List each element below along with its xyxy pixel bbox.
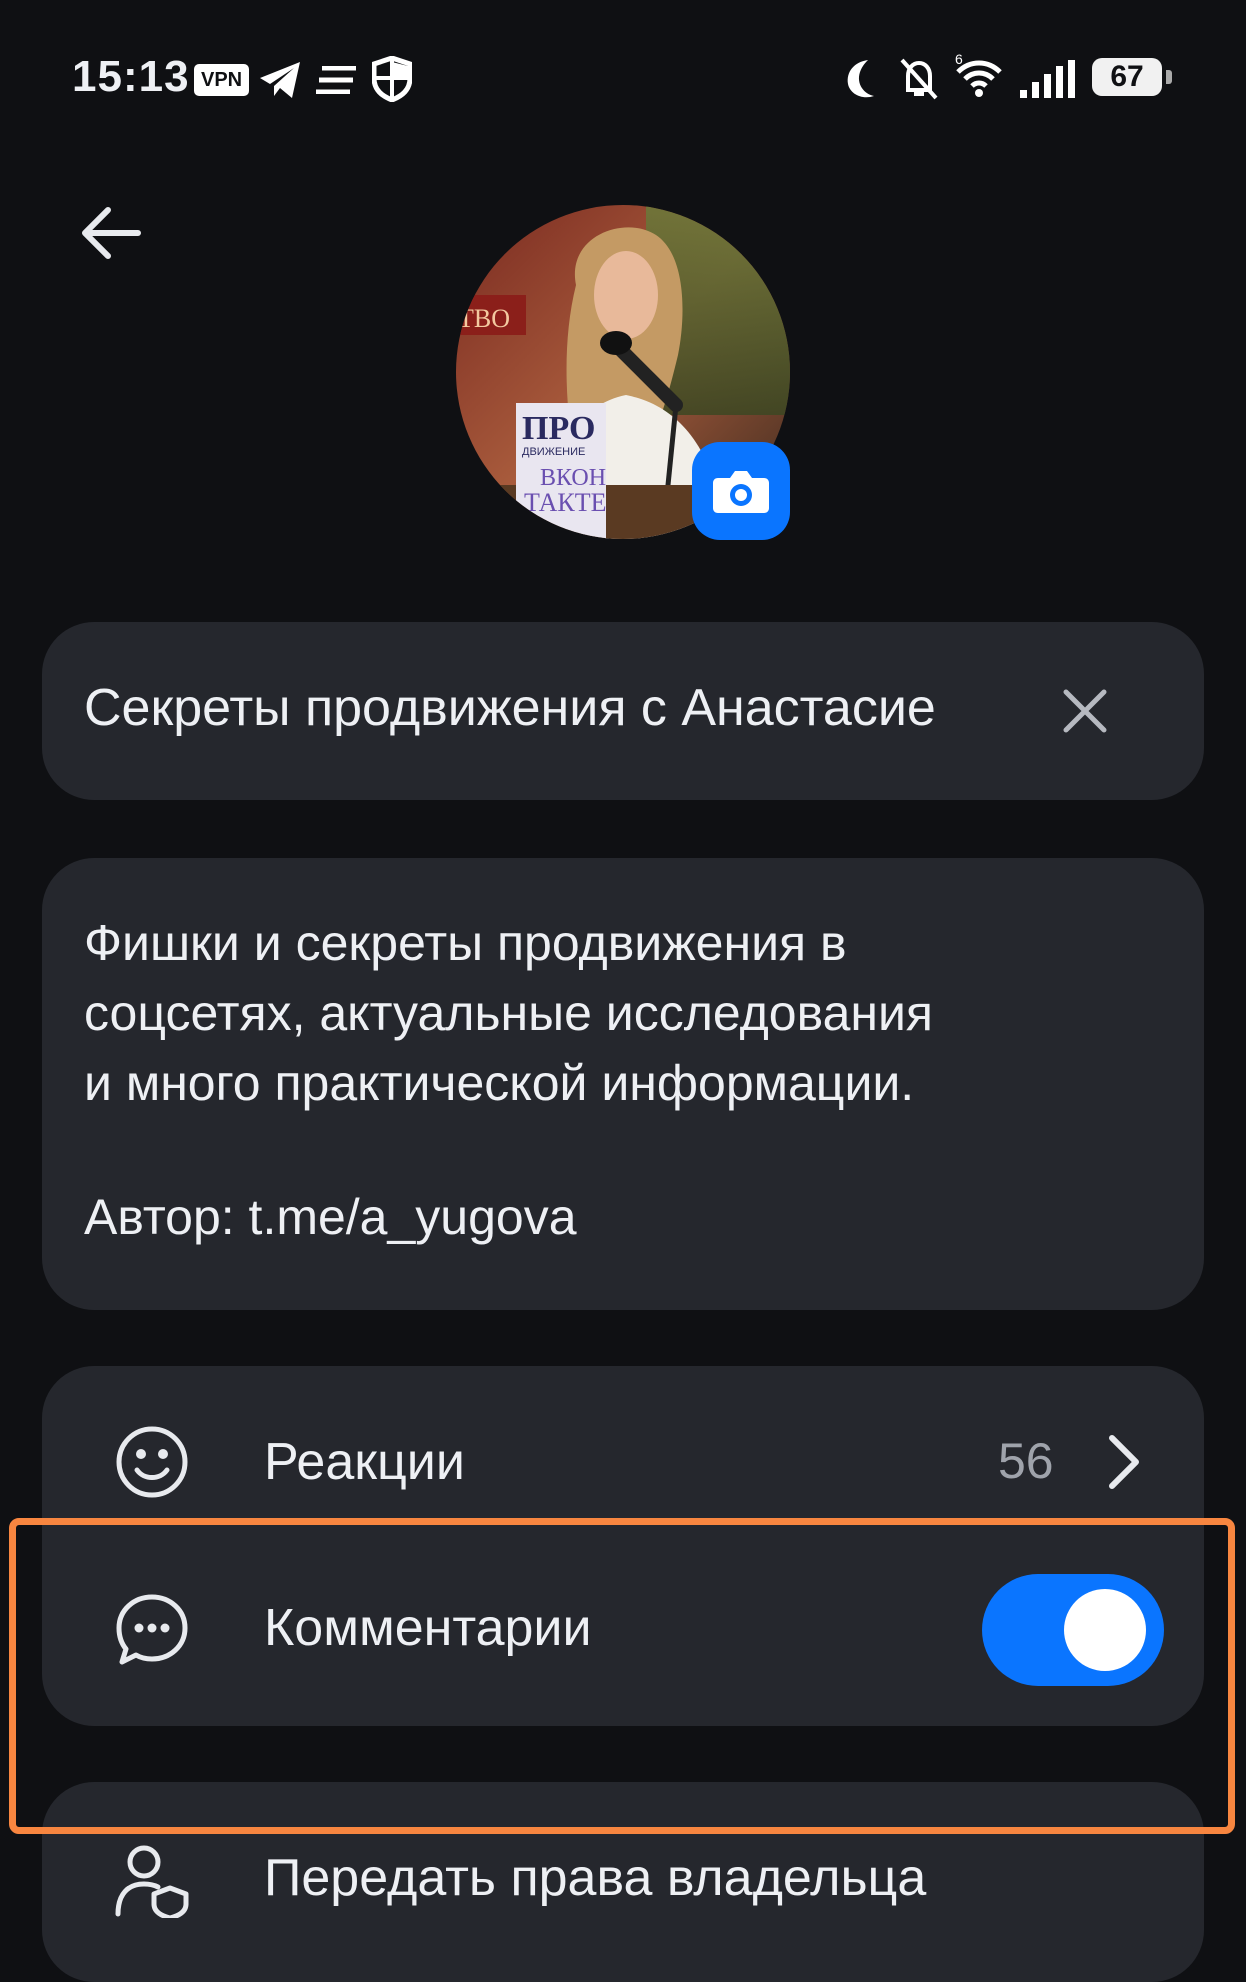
user-shield-icon [115,1845,189,1918]
highlight-annotation [9,1518,1235,1834]
channel-name-value[interactable]: Секреты продвижения с Анастасие [84,678,936,738]
avatar-banner-text: ТВО [458,304,510,333]
vpn-icon: VPN [194,64,250,96]
clear-name-icon[interactable] [1060,686,1110,736]
reactions-count: 56 [998,1433,1054,1489]
avatar-book-line4: ТАКТЕ [524,488,606,517]
channel-description-field[interactable]: Фишки и секреты продвижения в соцсетях, … [42,858,1204,1310]
telegram-icon [260,62,300,98]
list-icon [316,66,356,94]
description-author: Автор: t.me/a_yugova [84,1189,577,1245]
avatar-book-line2: ДВИЖЕНИЕ [522,446,585,458]
wifi-generation: 6 [955,54,963,67]
shield-icon [372,56,412,102]
battery-icon: 67 [1092,58,1162,96]
description-line-2: соцсетях, актуальные исследования [84,985,933,1041]
chevron-right-icon [1109,1435,1139,1489]
status-time: 15:13 [72,52,190,101]
bell-off-icon [900,58,938,100]
status-bar: 15:13 VPN 6 67 [0,0,1246,160]
back-arrow-icon[interactable] [78,200,144,266]
signal-icon [1020,60,1075,98]
change-photo-button[interactable] [692,442,790,540]
channel-name-field[interactable]: Секреты продвижения с Анастасие [42,622,1204,800]
camera-icon [713,471,769,513]
transfer-owner-label: Передать права владельца [264,1849,927,1907]
battery-tip [1166,70,1172,84]
moon-icon [847,60,874,98]
smile-icon [116,1426,188,1498]
description-line-3: и много практической информации. [84,1055,915,1111]
reactions-label: Реакции [264,1433,465,1491]
avatar-book-title: ПРО [522,410,595,447]
wifi-icon: 6 [955,54,1002,97]
description-line-1: Фишки и секреты продвижения в [84,915,847,971]
